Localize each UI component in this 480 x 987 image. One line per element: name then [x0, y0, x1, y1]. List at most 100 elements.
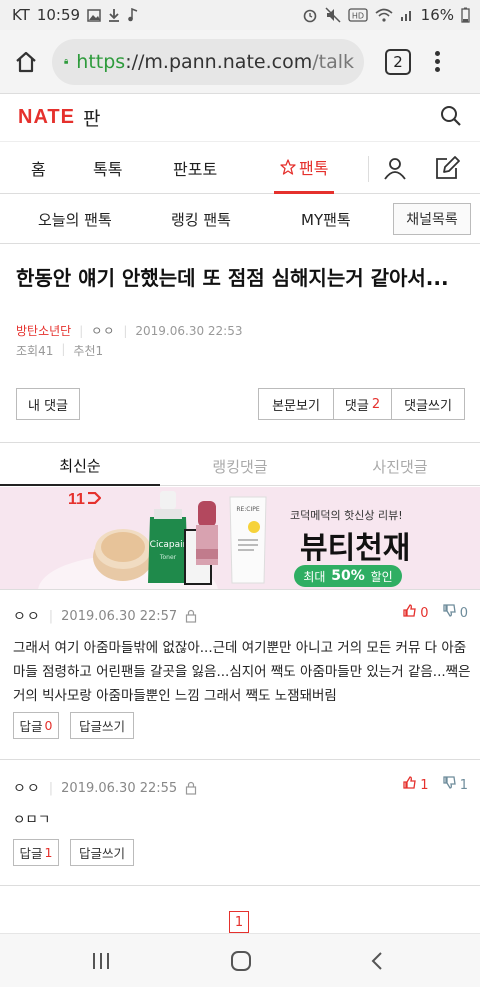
comment-date: 2019.06.30 22:57	[61, 608, 178, 624]
upvote-button[interactable]: 1	[403, 776, 429, 793]
browser-toolbar: https://m.pann.nate.com/talk 2	[0, 30, 480, 94]
comments-label: 댓글	[344, 398, 369, 414]
ad-discount-badge: 최대 50% 할인	[294, 565, 402, 587]
nav-divider	[368, 156, 369, 182]
ad-products-image: Cicapair Toner RE:CIPE	[38, 491, 267, 589]
comment-meta: ㅇㅇ | 2019.06.30 22:55	[13, 778, 197, 798]
write-reply-button[interactable]: 답글쓰기	[70, 712, 134, 739]
recent-apps-button[interactable]	[81, 948, 121, 974]
write-reply-button[interactable]: 답글쓰기	[70, 839, 134, 866]
view-body-button[interactable]: 본문보기	[258, 388, 334, 420]
separator: |	[61, 342, 66, 356]
pann-logo-text[interactable]: 판	[83, 104, 100, 131]
thumbs-up-icon	[403, 776, 416, 789]
nav-home[interactable]: 홈	[31, 142, 46, 194]
address-bar[interactable]: https://m.pann.nate.com/talk	[52, 38, 364, 85]
signal-icon	[400, 11, 411, 21]
home-button[interactable]	[0, 30, 52, 94]
comment-author: ㅇㅇ	[13, 781, 41, 797]
edit-icon	[436, 156, 460, 179]
svg-text:HD: HD	[352, 12, 364, 21]
tab-ranking-comments[interactable]: 랭킹댓글	[160, 446, 320, 486]
comment-body: 그래서 여기 아줌마들밖에 없잖아...근데 여기뿐만 아니고 거의 모든 커뮤…	[13, 640, 471, 704]
carrier-label: KT	[12, 6, 30, 24]
comment-votes: 0 0	[403, 604, 468, 621]
reply-button[interactable]: 답글 0	[13, 712, 59, 739]
post-stats: 조회41 | 추천1	[16, 342, 103, 359]
separator: |	[123, 323, 128, 338]
subnav-today-fantalk[interactable]: 오늘의 팬톡	[38, 194, 112, 244]
divider	[0, 885, 480, 886]
post-recommend: 추천1	[73, 344, 104, 358]
nav-fantalk-label: 팬톡	[299, 158, 329, 178]
tab-latest[interactable]: 최신순	[0, 446, 160, 486]
nav-toktok[interactable]: 톡톡	[93, 142, 122, 194]
nate-logo[interactable]: NATE	[18, 106, 75, 129]
report-icon[interactable]	[185, 609, 197, 623]
url-scheme: https	[76, 50, 126, 73]
post-title: 한동안 얘기 안했는데 또 점점 심해지는거 같아서...	[16, 266, 449, 290]
thumbs-down-icon	[442, 776, 456, 789]
tab-photo-comments[interactable]: 사진댓글	[320, 446, 480, 486]
status-bar: KT 10:59 HD 16%	[0, 0, 480, 30]
download-icon	[109, 9, 120, 22]
home-nav-button[interactable]	[221, 948, 261, 974]
reply-button[interactable]: 답글 1	[13, 839, 59, 866]
comment-body: ㅇㅁㄱ	[13, 812, 51, 828]
menu-dot	[435, 51, 440, 56]
svg-text:RE:CIPE: RE:CIPE	[236, 506, 260, 513]
divider	[0, 759, 480, 760]
comment-author: ㅇㅇ	[13, 609, 41, 625]
post-views: 조회41	[16, 344, 54, 358]
recent-apps-icon	[93, 953, 109, 969]
report-icon[interactable]	[185, 781, 197, 795]
downvote-button[interactable]: 0	[442, 604, 468, 621]
back-button[interactable]	[357, 948, 397, 974]
comment-date: 2019.06.30 22:55	[61, 780, 178, 796]
post-channel[interactable]: 방탄소년단	[16, 322, 71, 339]
svg-text:Cicapair: Cicapair	[150, 540, 187, 550]
wifi-icon	[375, 8, 393, 22]
comments-count: 2	[371, 396, 381, 412]
profile-button[interactable]	[383, 142, 407, 194]
subnav-ranking-fantalk[interactable]: 랭킹 팬톡	[171, 194, 231, 244]
upvote-button[interactable]: 0	[403, 604, 429, 621]
main-nav: 홈 톡톡 판포토 팬톡	[0, 142, 480, 194]
thumbs-up-icon	[403, 604, 416, 617]
separator: |	[79, 323, 84, 338]
menu-dot	[435, 59, 440, 64]
android-nav-bar	[0, 933, 480, 987]
my-comments-button[interactable]: 내 댓글	[16, 388, 80, 420]
gallery-icon	[87, 8, 101, 22]
post-author: ㅇㅇ	[91, 324, 116, 338]
downvote-button[interactable]: 1	[442, 776, 468, 793]
back-icon	[371, 952, 382, 970]
comments-button[interactable]: 댓글 2	[333, 388, 392, 420]
nav-fantalk[interactable]: 팬톡	[274, 142, 335, 194]
separator: |	[48, 780, 54, 796]
channel-list-button[interactable]: 채널목록	[393, 203, 471, 235]
battery-icon	[461, 7, 470, 23]
music-icon	[128, 8, 138, 22]
write-post-button[interactable]	[434, 142, 460, 194]
comment-votes: 1 1	[403, 776, 468, 793]
user-icon	[384, 158, 406, 180]
svg-text:Toner: Toner	[159, 554, 177, 561]
browser-menu-button[interactable]	[435, 51, 440, 72]
hd-icon: HD	[348, 8, 368, 22]
sub-nav: 오늘의 팬톡 랭킹 팬톡 MY팬톡 채널목록	[0, 194, 480, 244]
ad-banner[interactable]: 11 Cicapair Toner RE:CIPE 코덕메덕의 핫신상 리뷰! …	[0, 487, 480, 589]
subnav-my-fantalk[interactable]: MY팬톡	[301, 194, 351, 244]
clock: 10:59	[36, 6, 81, 24]
post-meta: 방탄소년단 | ㅇㅇ | 2019.06.30 22:53	[16, 322, 243, 339]
search-button[interactable]	[440, 105, 462, 131]
url-path: /talk	[312, 50, 354, 73]
page-number-current[interactable]: 1	[229, 911, 249, 933]
tab-switcher-button[interactable]: 2	[385, 48, 411, 75]
comment-meta: ㅇㅇ | 2019.06.30 22:57	[13, 606, 197, 626]
mute-icon	[325, 7, 341, 23]
lock-icon	[64, 59, 68, 64]
nav-panphoto[interactable]: 판포토	[173, 142, 217, 194]
ad-title: 뷰티천재	[300, 531, 411, 566]
write-comment-button[interactable]: 댓글쓰기	[391, 388, 465, 420]
